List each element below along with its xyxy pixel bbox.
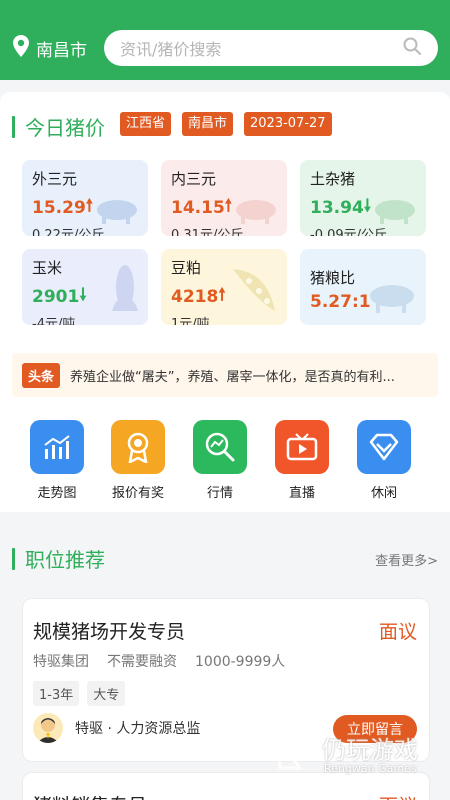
pig-icon xyxy=(236,200,276,224)
pig-icon xyxy=(370,285,414,313)
company-size: 1000-9999人 xyxy=(195,654,286,670)
award-medal-icon xyxy=(111,420,165,474)
recruiter-name: 特驱 · 人力资源总监 xyxy=(75,721,201,737)
jobs-heading: 职位推荐 xyxy=(12,544,105,573)
headline-text[interactable]: 养殖企业做“屠夫”，养殖、屠宰一体化，是否真的有利... xyxy=(70,366,410,385)
shortcut-award[interactable]: 报价有奖 xyxy=(103,420,173,501)
price-name: 土杂猪 xyxy=(310,170,356,188)
shortcut-market[interactable]: 行情 xyxy=(185,420,255,501)
price-name: 外三元 xyxy=(32,170,78,188)
price-name: 内三元 xyxy=(171,170,217,188)
market-search-icon xyxy=(193,420,247,474)
price-value: 13.94 xyxy=(310,197,364,218)
shortcut-label: 休闲 xyxy=(370,486,397,501)
company-funding: 不需要融资 xyxy=(107,654,177,670)
price-card-corn[interactable]: 玉米 2901 🠗 -4元/吨 xyxy=(22,249,148,325)
experience-chip: 1-3年 xyxy=(33,681,80,706)
location-pin-icon xyxy=(12,34,36,63)
pig-icon xyxy=(375,200,415,224)
job-meta: 特驱集团 不需要融资 1000-9999人 xyxy=(33,651,285,671)
price-value: 5.27:1 xyxy=(310,292,371,312)
price-card-waisanyuan[interactable]: 外三元 15.29 🠕 0.22元/公斤 xyxy=(22,160,148,236)
watermark-logo-icon xyxy=(274,726,315,770)
recruiter-info: 特驱 · 人力资源总监 xyxy=(33,713,200,743)
price-card-neisanyuan[interactable]: 内三元 14.15 🠕 0.31元/公斤 xyxy=(161,160,287,236)
education-chip: 大专 xyxy=(87,681,126,706)
watermark: 仍玩游戏 Rengwan Games xyxy=(272,722,442,782)
tv-live-icon xyxy=(275,420,329,474)
search-icon[interactable] xyxy=(402,36,422,60)
shortcut-trend[interactable]: 走势图 xyxy=(22,420,92,501)
pig-icon xyxy=(97,200,137,224)
avatar xyxy=(33,713,63,743)
job-salary: 面议 xyxy=(378,621,417,643)
price-card-tuzazhu[interactable]: 土杂猪 13.94 🠗 -0.09元/公斤 xyxy=(300,160,426,236)
arrow-down-icon: 🠗 xyxy=(79,285,87,305)
shortcut-label: 走势图 xyxy=(37,486,77,501)
price-value: 4218 xyxy=(171,286,219,307)
shortcut-leisure[interactable]: 休闲 xyxy=(349,420,419,501)
today-price-title: 今日猪价 xyxy=(25,116,105,140)
headline-news-bar[interactable]: 头条 养殖企业做“屠夫”，养殖、屠宰一体化，是否真的有利... xyxy=(12,353,438,397)
search-placeholder: 资讯/猪价搜索 xyxy=(120,40,222,59)
today-price-heading: 今日猪价 xyxy=(12,112,105,141)
job-tags: 1-3年 大专 xyxy=(33,681,126,706)
city-tag[interactable]: 南昌市 xyxy=(182,112,234,136)
price-card-pig-grain-ratio[interactable]: 猪粮比 5.27:1 xyxy=(300,249,426,325)
date-tag[interactable]: 2023-07-27 xyxy=(244,112,332,136)
shortcut-label: 直播 xyxy=(288,486,315,501)
trend-chart-icon xyxy=(30,420,84,474)
shortcut-label: 行情 xyxy=(206,486,233,501)
location-selector[interactable]: 南昌市 xyxy=(12,34,87,63)
job-title: 猪料销售专员 xyxy=(33,791,147,800)
price-value: 14.15 xyxy=(171,197,225,218)
price-value: 15.29 xyxy=(32,197,86,218)
job-title: 规模猪场开发专员 xyxy=(33,621,186,643)
shortcut-live[interactable]: 直播 xyxy=(267,420,337,501)
heading-accent-bar xyxy=(12,115,15,138)
search-bar[interactable]: 资讯/猪价搜索 xyxy=(104,30,438,66)
soybean-pod-icon xyxy=(233,269,275,311)
price-value: 2901 xyxy=(32,286,80,307)
price-card-soymeal[interactable]: 豆粕 4218 🠕 1元/吨 xyxy=(161,249,287,325)
headline-tag: 头条 xyxy=(22,362,61,388)
diamond-icon xyxy=(357,420,411,474)
arrow-up-icon: 🠕 xyxy=(218,285,226,305)
company-name: 特驱集团 xyxy=(33,654,89,670)
shortcut-label: 报价有奖 xyxy=(111,486,164,501)
location-label: 南昌市 xyxy=(36,41,87,61)
job-salary: 面议 xyxy=(379,791,417,800)
corn-icon xyxy=(112,265,138,311)
jobs-title: 职位推荐 xyxy=(25,548,105,572)
heading-accent-bar xyxy=(12,547,15,570)
watermark-subtext: Rengwan Games xyxy=(324,762,417,775)
top-header: 南昌市 资讯/猪价搜索 xyxy=(0,0,450,80)
province-tag[interactable]: 江西省 xyxy=(120,112,172,136)
watermark-text: 仍玩游戏 xyxy=(322,736,418,764)
view-more-link[interactable]: 查看更多> xyxy=(375,550,438,569)
